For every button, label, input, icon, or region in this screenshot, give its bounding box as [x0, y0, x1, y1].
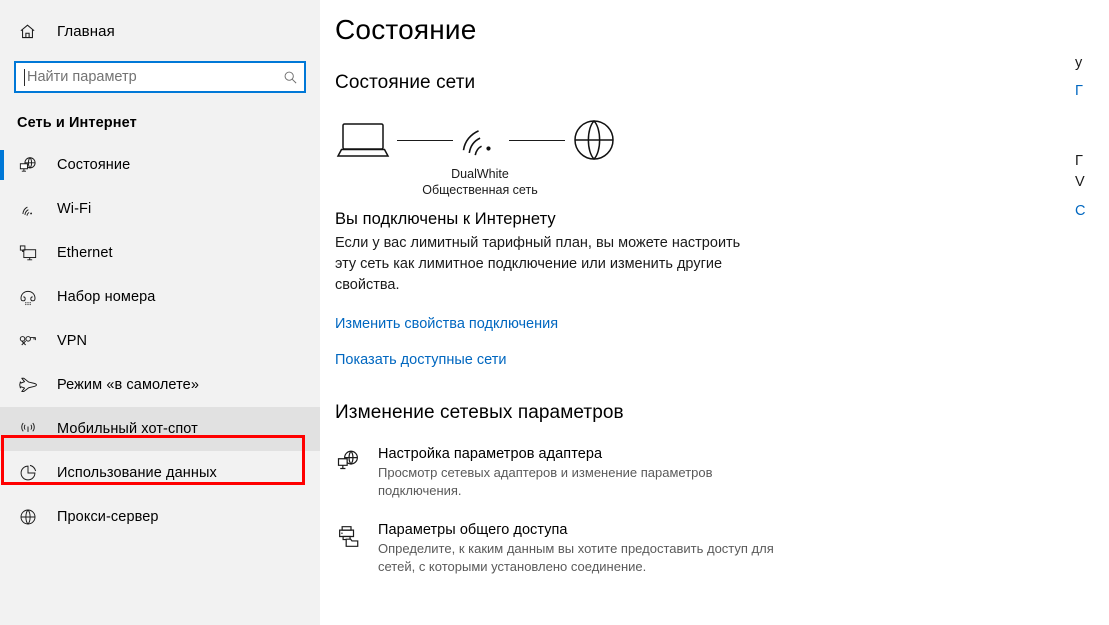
- network-ssid: DualWhite: [451, 167, 509, 181]
- sidebar-category-title: Сеть и Интернет: [17, 115, 137, 131]
- globe-icon: [17, 506, 39, 528]
- sidebar-item-label: Прокси-сервер: [57, 509, 159, 525]
- home-label: Главная: [57, 22, 115, 40]
- diagram-link-left: [397, 139, 453, 141]
- connection-status-description: Если у вас лимитный тарифный план, вы мо…: [335, 235, 741, 293]
- network-status-heading: Состояние сети: [335, 72, 476, 93]
- sidebar-item-label: Ethernet: [57, 245, 113, 261]
- sidebar-nav: Состояние Wi-Fi Ethernet Набор номера VP…: [0, 143, 320, 539]
- connection-status-title: Вы подключены к Интернету: [335, 210, 556, 228]
- ethernet-icon: [17, 242, 39, 264]
- sidebar-item-ethernet[interactable]: Ethernet: [0, 231, 320, 275]
- laptop-icon: [335, 119, 393, 161]
- option-description: Просмотр сетевых адаптеров и изменение п…: [378, 465, 713, 498]
- sidebar-item-label: Мобильный хот-спот: [57, 421, 198, 437]
- rail-heading-1: у: [1075, 55, 1083, 71]
- home-icon: [17, 21, 37, 41]
- sidebar-item-home[interactable]: Главная: [0, 14, 320, 48]
- globe-icon: [571, 117, 617, 163]
- sidebar-item-label: Wi-Fi: [57, 201, 92, 217]
- sidebar-item-data-usage[interactable]: Использование данных: [0, 451, 320, 495]
- option-text: Настройка параметров адаптера Просмотр с…: [378, 446, 778, 500]
- sidebar-item-label: Состояние: [57, 157, 131, 173]
- wifi-signal-icon: [459, 119, 503, 161]
- related-settings-rail: у Г Г V С: [1075, 0, 1109, 625]
- sidebar-item-airplane-mode[interactable]: Режим «в самолете»: [0, 363, 320, 407]
- network-diagram-caption: DualWhite Общественная сеть: [335, 166, 625, 198]
- wifi-icon: [17, 198, 39, 220]
- sidebar-item-dialup[interactable]: Набор номера: [0, 275, 320, 319]
- settings-window: Главная Сеть и Интернет: [0, 0, 1109, 625]
- main-content: Состояние Состояние сети DualWhite Общес…: [320, 0, 1109, 625]
- option-adapter-settings[interactable]: Настройка параметров адаптера Просмотр с…: [335, 446, 765, 500]
- change-connection-properties-link[interactable]: Изменить свойства подключения: [335, 316, 558, 332]
- sidebar-item-wifi[interactable]: Wi-Fi: [0, 187, 320, 231]
- page-title: Состояние: [335, 14, 477, 45]
- rail-heading-2-line1: Г: [1075, 153, 1083, 169]
- option-sharing-options[interactable]: Параметры общего доступа Определите, к к…: [335, 522, 774, 576]
- airplane-icon: [17, 374, 39, 396]
- sidebar-item-vpn[interactable]: VPN: [0, 319, 320, 363]
- search-input[interactable]: [25, 64, 282, 90]
- rail-link-2[interactable]: С: [1075, 203, 1109, 219]
- show-available-networks-link[interactable]: Показать доступные сети: [335, 352, 506, 368]
- network-diagram: DualWhite Общественная сеть: [335, 112, 665, 197]
- sidebar-item-mobile-hotspot[interactable]: Мобильный хот-спот: [0, 407, 320, 451]
- network-settings-heading: Изменение сетевых параметров: [335, 402, 624, 423]
- data-usage-pie-icon: [17, 462, 39, 484]
- search-icon[interactable]: [282, 70, 298, 85]
- option-description: Определите, к каким данным вы хотите пре…: [378, 541, 774, 574]
- sidebar-item-status[interactable]: Состояние: [0, 143, 320, 187]
- sidebar-item-label: Набор номера: [57, 289, 156, 305]
- sharing-options-icon: [335, 522, 361, 548]
- option-text: Параметры общего доступа Определите, к к…: [378, 522, 778, 576]
- sidebar: Главная Сеть и Интернет: [0, 0, 320, 625]
- sidebar-item-label: VPN: [57, 333, 88, 349]
- rail-link-1[interactable]: Г: [1075, 83, 1109, 99]
- hotspot-icon: [17, 418, 39, 440]
- sidebar-item-label: Использование данных: [57, 465, 217, 481]
- rail-heading-2-line2: V: [1075, 174, 1085, 190]
- search-box[interactable]: [14, 61, 306, 93]
- sidebar-item-proxy[interactable]: Прокси-сервер: [0, 495, 320, 539]
- network-status-icon: [17, 154, 39, 176]
- network-type: Общественная сеть: [422, 183, 538, 197]
- option-title: Параметры общего доступа: [378, 522, 568, 538]
- adapter-settings-icon: [335, 446, 361, 472]
- diagram-link-right: [509, 139, 565, 141]
- sidebar-item-label: Режим «в самолете»: [57, 377, 200, 393]
- option-title: Настройка параметров адаптера: [378, 446, 603, 462]
- dialup-phone-icon: [17, 286, 39, 308]
- vpn-key-icon: [17, 330, 39, 352]
- selection-indicator: [0, 150, 4, 180]
